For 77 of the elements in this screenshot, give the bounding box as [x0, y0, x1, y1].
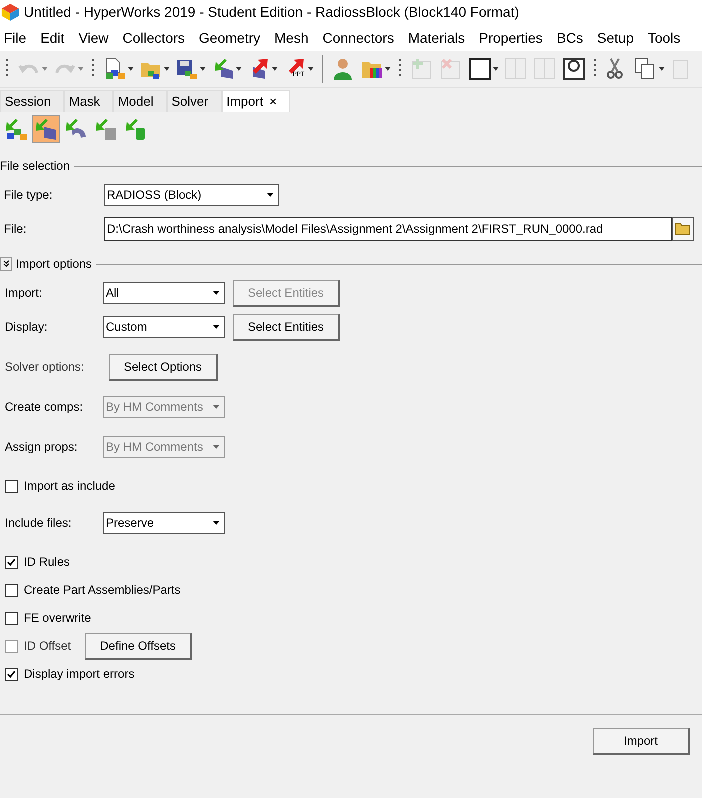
field-label: File type:	[4, 188, 54, 202]
menu-item[interactable]: File	[4, 30, 27, 46]
action-button[interactable]: Select Entities	[233, 314, 340, 340]
import-cylinder-icon	[124, 117, 148, 141]
folder-icon	[675, 222, 691, 236]
menu-item[interactable]: Setup	[597, 30, 634, 46]
save-icon	[175, 57, 199, 81]
delete-grid-icon	[439, 57, 463, 81]
caret-icon	[213, 405, 220, 409]
menu-item[interactable]: Collectors	[122, 30, 186, 46]
field-label: Assign props:	[5, 440, 79, 454]
checkbox-label: FE overwrite	[24, 611, 92, 625]
checkbox[interactable]	[5, 480, 18, 492]
action-button[interactable]: Select Options	[109, 354, 218, 380]
menu-item[interactable]: Properties	[479, 30, 543, 46]
checkbox-label: Display import errors	[24, 667, 135, 681]
menu-item[interactable]: Materials	[408, 30, 466, 46]
import-surface-icon	[64, 117, 88, 141]
import-model-icon	[4, 117, 28, 141]
tab[interactable]: Session	[0, 90, 64, 112]
checkbox[interactable]	[5, 584, 18, 596]
file-type-dropdown[interactable]: RADIOSS (Block)	[104, 184, 279, 206]
tab[interactable]: Model	[113, 90, 167, 112]
import-solid-icon	[94, 117, 118, 141]
toolbar-button[interactable]	[633, 57, 666, 81]
toolbar-button[interactable]	[174, 57, 207, 81]
tab[interactable]: Import ×	[222, 90, 290, 112]
caret-icon	[267, 193, 274, 197]
checkbox[interactable]	[5, 668, 18, 680]
dropdown[interactable]: All	[103, 282, 225, 304]
menu-item[interactable]: Mesh	[274, 30, 309, 46]
tab[interactable]: Mask	[64, 90, 114, 112]
checkbox[interactable]	[5, 612, 18, 624]
caret-icon	[213, 325, 220, 329]
square-icon	[468, 57, 492, 81]
import-mesh-icon	[34, 117, 58, 141]
menu-item[interactable]: Connectors	[322, 30, 394, 46]
section-title: File selection	[0, 159, 70, 173]
checkbox-label: ID Offset	[24, 639, 72, 653]
checkbox-label: ID Rules	[24, 555, 70, 569]
menu-item[interactable]: View	[78, 30, 109, 46]
user-icon	[331, 57, 355, 81]
menu-item[interactable]: Tools	[648, 30, 681, 46]
tab[interactable]: Solver	[166, 90, 222, 112]
import-button[interactable]: Import	[593, 728, 690, 755]
field-label: File:	[4, 222, 28, 236]
field-label: Solver options:	[5, 360, 86, 374]
menu-item[interactable]: BCs	[556, 30, 584, 46]
toolbar-button[interactable]	[561, 57, 587, 81]
caret-icon	[213, 445, 220, 449]
menu-item[interactable]: Edit	[40, 30, 65, 46]
app-logo-icon	[1, 2, 20, 22]
checkbox-label: Create Part Assemblies/Parts	[24, 583, 181, 597]
new-model-icon	[103, 57, 127, 81]
field-label: Create comps:	[5, 400, 84, 414]
dropdown[interactable]: Custom	[103, 316, 225, 338]
file-path-field[interactable]: D:\Crash worthiness analysis\Model Files\Assignment 2\Assignment 2\FIRST_RUN_0000.rad	[104, 217, 672, 241]
pane-icon	[504, 57, 528, 81]
import-type-button[interactable]	[32, 115, 60, 143]
chevron-icon	[2, 260, 10, 268]
caret-icon	[213, 291, 220, 295]
caret-icon	[213, 521, 220, 525]
section-title: Import options	[16, 257, 92, 271]
checkbox-label: Import as include	[24, 479, 116, 493]
field-label: Display:	[5, 320, 49, 334]
field-label: Import:	[5, 286, 44, 300]
field-label: Include files:	[5, 516, 73, 530]
menu-item[interactable]: Geometry	[199, 30, 260, 46]
collapse-toggle[interactable]	[0, 257, 12, 271]
help-icon	[562, 57, 586, 81]
add-grid-icon	[410, 57, 434, 81]
window-title: Untitled - HyperWorks 2019 - Student Edition - RadiossBlock (Block140 Format)	[24, 4, 520, 20]
dropdown[interactable]: Preserve	[103, 512, 225, 534]
toolbar-button[interactable]	[467, 57, 500, 81]
checkbox[interactable]	[5, 556, 18, 568]
browse-button[interactable]	[672, 217, 694, 241]
pane-icon	[533, 57, 557, 81]
